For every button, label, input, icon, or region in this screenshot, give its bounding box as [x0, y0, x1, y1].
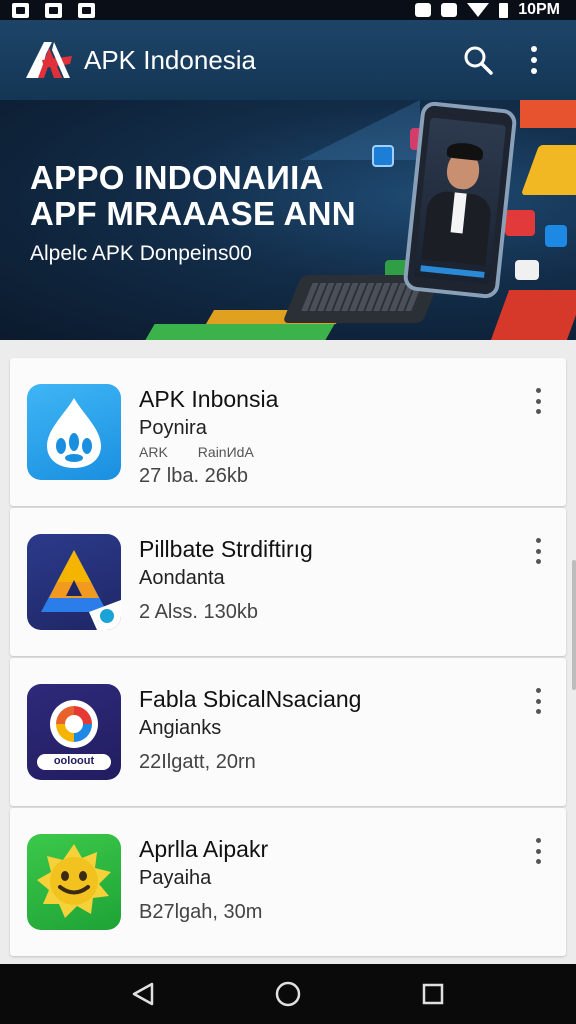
item-more-button[interactable]	[528, 686, 548, 716]
system-nav-bar	[0, 964, 576, 1024]
alarm-icon	[415, 3, 432, 17]
notification-icon	[45, 2, 62, 18]
banner-text: APPO INDONAИIA APF MRAAASE ANN Alpelc AP…	[30, 160, 356, 266]
banner-subtitle: Alpelc APK Donpeins00	[30, 242, 252, 265]
stripe-decoration	[145, 324, 335, 340]
battery-icon	[499, 2, 509, 18]
notification-icons	[12, 2, 95, 18]
circle-app-icon: ooloout	[27, 684, 121, 780]
item-more-button[interactable]	[528, 386, 548, 416]
app-title: APK Indonesia	[84, 44, 257, 75]
drop-app-icon	[27, 384, 121, 480]
list-item[interactable]: Aprlla Aipakr Payaiha B27lgah, 30m	[10, 808, 566, 956]
clock: 10PM	[518, 1, 560, 18]
list-item[interactable]: APK Inbonsia Poynira ARK RainИdA 27 lba.…	[10, 358, 566, 506]
block-decoration	[490, 290, 576, 340]
app-developer: Poynira	[139, 417, 207, 439]
light-beam-decoration	[300, 100, 420, 160]
app-developer: Payaiha	[139, 867, 212, 889]
promo-banner[interactable]: APPO INDONAИIA APF MRAAASE ANN Alpelc AP…	[0, 100, 576, 340]
notification-icon	[12, 2, 29, 18]
app-name: APK Inbonsia	[139, 386, 279, 412]
system-icons: 10PM	[415, 1, 560, 19]
app-tile-icon	[372, 145, 394, 167]
home-button[interactable]	[268, 974, 308, 1014]
item-more-button[interactable]	[528, 836, 548, 866]
list-item[interactable]: Pillbate Strdiftirıg Aondanta 2 Alss. 13…	[10, 508, 566, 656]
app-tile-icon	[515, 260, 539, 280]
search-icon	[464, 46, 493, 75]
app-name: Aprlla Aipakr	[139, 836, 269, 862]
app-tile-icon	[505, 210, 535, 236]
list-item[interactable]: ooloout Fabla SbicalNsaciang Angianks 22…	[10, 658, 566, 806]
scrollbar[interactable]	[572, 560, 576, 690]
app-tag: ARK	[139, 444, 168, 460]
recents-button[interactable]	[413, 974, 453, 1014]
block-decoration	[520, 145, 576, 195]
block-decoration	[520, 100, 576, 128]
search-button[interactable]	[456, 38, 500, 82]
notification-icon	[78, 2, 95, 18]
app-info: Fabla SbicalNsaciang Angianks 22Ilgatt, …	[139, 684, 361, 776]
item-more-button[interactable]	[528, 536, 548, 566]
phone-illustration	[402, 100, 518, 300]
app-icon-label: ooloout	[53, 755, 95, 767]
app-tag: RainИdA	[197, 444, 254, 460]
app-developer: Aondanta	[139, 567, 225, 589]
app-tags: ARK RainИdA	[139, 442, 278, 462]
back-icon	[132, 982, 153, 1006]
triangle-app-icon	[27, 534, 121, 630]
status-bar: 10PM	[0, 0, 576, 20]
app-bar: APK Indonesia	[0, 20, 576, 100]
sun-face-app-icon	[27, 834, 121, 930]
back-button[interactable]	[123, 974, 163, 1014]
banner-headline: APF MRAAASE ANN	[30, 195, 356, 232]
wifi-icon	[467, 3, 490, 17]
vibrate-icon	[441, 3, 458, 17]
app-developer: Angianks	[139, 717, 222, 739]
app-list: APK Inbonsia Poynira ARK RainИdA 27 lba.…	[10, 358, 566, 958]
app-name: Fabla SbicalNsaciang	[139, 686, 362, 712]
app-info: APK Inbonsia Poynira ARK RainИdA 27 lba.…	[139, 384, 278, 490]
app-tile-icon	[545, 225, 567, 247]
overflow-menu-button[interactable]	[512, 38, 556, 82]
app-size: 22Ilgatt, 20rn	[139, 751, 256, 773]
app-size: 27 lba. 26kb	[139, 465, 248, 487]
app-size: 2 Alss. 130kb	[139, 601, 258, 623]
recents-icon	[423, 983, 444, 1005]
app-size: B27lgah, 30m	[139, 901, 263, 923]
apk-indonesia-logo-icon	[26, 42, 72, 78]
app-name: Pillbate Strdiftirıg	[139, 536, 313, 562]
app-info: Aprlla Aipakr Payaiha B27lgah, 30m	[139, 834, 268, 926]
banner-headline: APPO INDONAИIA	[30, 159, 324, 196]
app-info: Pillbate Strdiftirıg Aondanta 2 Alss. 13…	[139, 534, 313, 626]
home-icon	[275, 981, 301, 1007]
more-vert-icon	[531, 46, 537, 74]
